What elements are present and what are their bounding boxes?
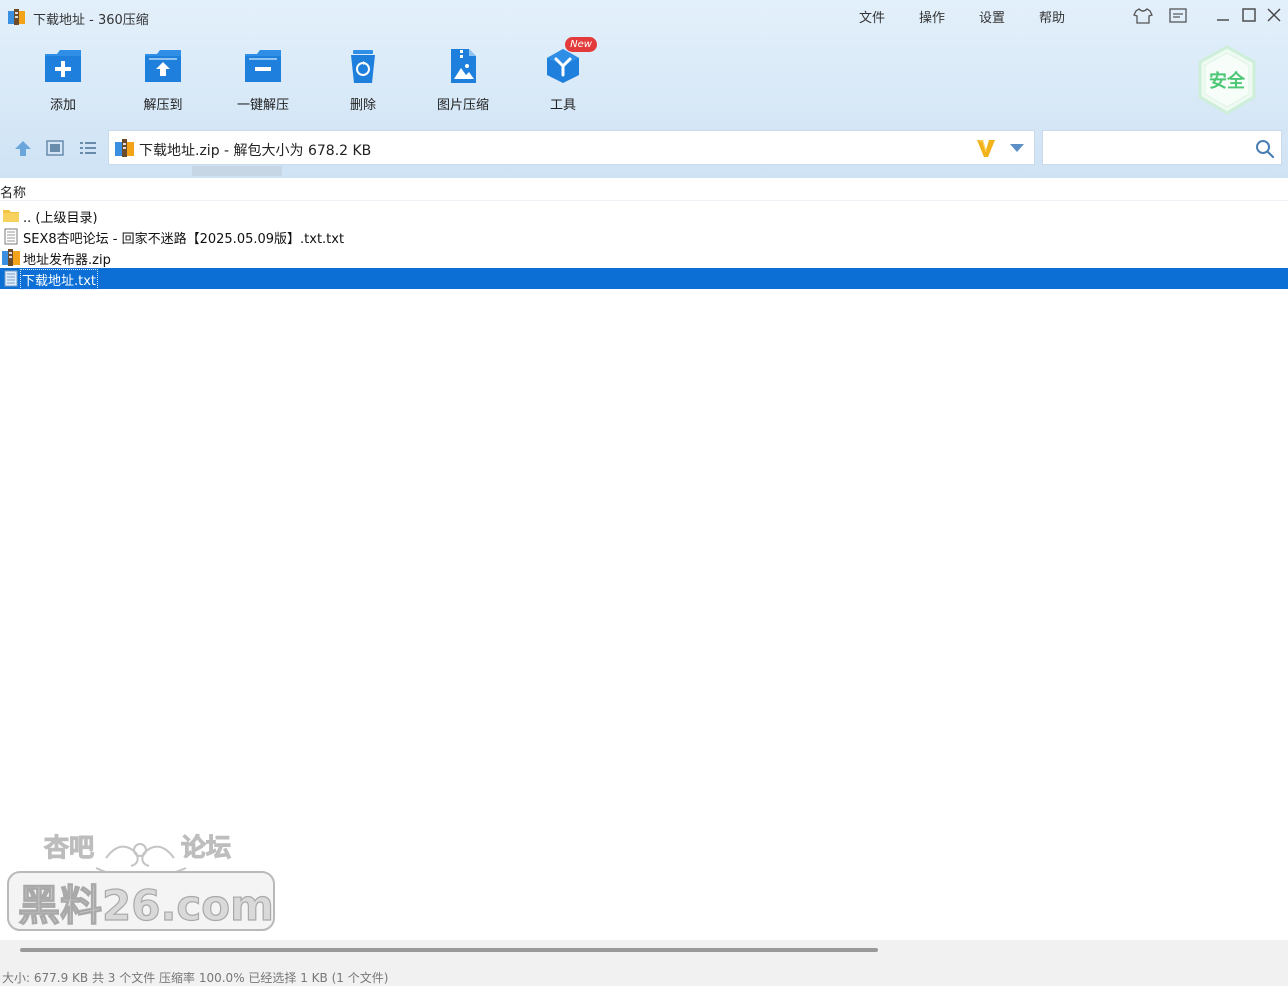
- delete-button-label: 删除: [349, 98, 376, 113]
- file-name: 地址发布器.zip: [23, 253, 111, 268]
- watermark-text-right: 论坛: [181, 833, 231, 862]
- status-bar: 大小: 677.9 KB 共 3 个文件 压缩率 100.0% 已经选择 1 K…: [0, 960, 1288, 986]
- extract-to-button[interactable]: 解压到: [128, 44, 198, 116]
- vip-v-icon[interactable]: [975, 137, 997, 159]
- tools-button[interactable]: 工具: [528, 44, 598, 116]
- one-click-extract-button-label: 一键解压: [236, 98, 289, 113]
- skin-shirt-icon[interactable]: [1132, 6, 1154, 26]
- search-input[interactable]: [1049, 137, 1249, 159]
- address-bar[interactable]: 下载地址.zip - 解包大小为 678.2 KB: [108, 130, 1035, 165]
- file-row[interactable]: 地址发布器.zip: [0, 247, 1288, 268]
- forum-watermark: 杏吧 论坛 黑料26.com: [6, 828, 278, 934]
- watermark-text-left: 杏吧: [44, 833, 94, 862]
- up-level-icon[interactable]: [13, 139, 33, 157]
- tools-button-label: 工具: [549, 98, 576, 113]
- one-click-extract-icon: [245, 50, 281, 82]
- thumbnail-view-icon[interactable]: [45, 139, 65, 157]
- close-icon[interactable]: [1263, 6, 1285, 26]
- maximize-icon[interactable]: [1238, 6, 1260, 26]
- file-row[interactable]: SEX8杏吧论坛 - 回家不迷路【2025.05.09版】.txt.txt: [0, 226, 1288, 247]
- folder-icon: [3, 210, 19, 222]
- extract-folder-icon: [145, 50, 181, 82]
- file-row-selected[interactable]: 下载地址.txt: [0, 268, 1288, 290]
- chevron-down-icon[interactable]: [1009, 142, 1025, 154]
- address-row: 下载地址.zip - 解包大小为 678.2 KB: [0, 130, 1288, 166]
- horizontal-scrollbar[interactable]: [0, 940, 1288, 960]
- extract-to-button-label: 解压到: [143, 98, 183, 113]
- text-file-icon: [4, 228, 18, 245]
- one-click-extract-button[interactable]: 一键解压: [228, 44, 298, 116]
- security-label: 安全: [1209, 71, 1245, 92]
- menu-operate[interactable]: 操作: [919, 7, 945, 26]
- watermark-text-domain: 黑料26.com: [18, 881, 274, 930]
- watermark-logo: 杏吧 论坛 黑料26.com: [7, 833, 275, 931]
- new-badge: New: [565, 37, 597, 52]
- app-header: 下载地址 - 360压缩 文件 操作 设置 帮助 添加 解压到 一键解压 删除 …: [0, 0, 1288, 178]
- window-title: 下载地址 - 360压缩: [33, 13, 149, 28]
- minimize-icon[interactable]: [1212, 6, 1234, 26]
- zip-archive-icon: [115, 139, 134, 157]
- add-button-label: 添加: [49, 98, 76, 113]
- address-path-text: 下载地址.zip - 解包大小为 678.2 KB: [139, 143, 372, 159]
- app-logo-icon: [8, 9, 25, 25]
- search-icon[interactable]: [1255, 139, 1275, 159]
- list-view-icon[interactable]: [78, 139, 98, 157]
- add-folder-icon: [45, 50, 81, 82]
- scrollbar-thumb[interactable]: [20, 948, 878, 952]
- image-compress-button[interactable]: 图片压缩: [428, 44, 498, 116]
- security-badge[interactable]: 安全: [1196, 45, 1258, 115]
- zip-file-icon: [2, 249, 20, 266]
- add-button[interactable]: 添加: [28, 44, 98, 116]
- menu-help[interactable]: 帮助: [1039, 7, 1065, 26]
- menu-settings[interactable]: 设置: [979, 7, 1005, 26]
- file-name: SEX8杏吧论坛 - 回家不迷路【2025.05.09版】.txt.txt: [23, 232, 345, 247]
- feedback-icon[interactable]: [1167, 6, 1189, 26]
- image-compress-button-label: 图片压缩: [436, 98, 489, 113]
- menu-file[interactable]: 文件: [859, 7, 885, 26]
- search-box: [1042, 130, 1282, 165]
- delete-button[interactable]: 删除: [328, 44, 398, 116]
- address-scroll-indicator: [192, 166, 282, 176]
- file-name: 下载地址.txt: [19, 269, 99, 290]
- file-name: .. (上级目录): [23, 211, 98, 226]
- column-header[interactable]: 名称: [0, 178, 1288, 201]
- image-compress-icon: [451, 49, 476, 83]
- column-name[interactable]: 名称: [0, 182, 26, 201]
- file-row-parent[interactable]: .. (上级目录): [0, 205, 1288, 226]
- title-bar: 下载地址 - 360压缩 文件 操作 设置 帮助: [0, 0, 1288, 34]
- text-file-icon: [4, 270, 18, 287]
- recycle-bin-icon: [351, 50, 375, 83]
- tools-cube-icon: [547, 49, 579, 83]
- status-text: 大小: 677.9 KB 共 3 个文件 压缩率 100.0% 已经选择 1 K…: [2, 971, 389, 985]
